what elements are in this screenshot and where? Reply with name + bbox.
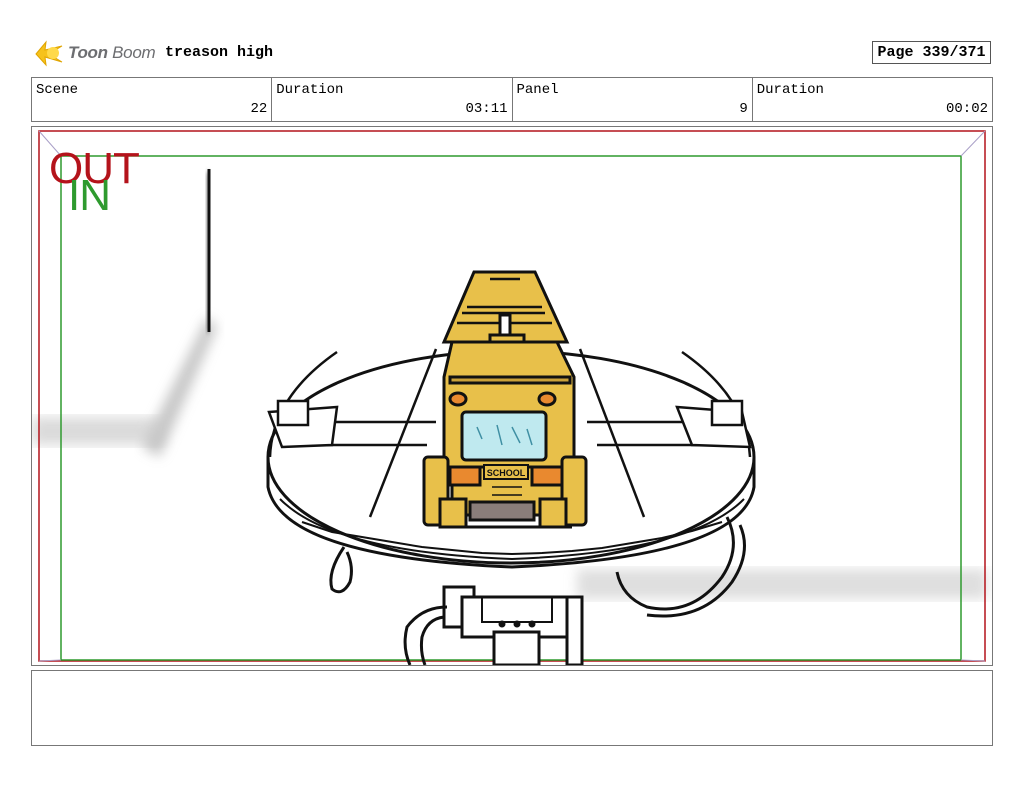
scene-duration-value: 03:11	[465, 101, 508, 117]
bus-sign: SCHOOL	[487, 468, 526, 478]
scene-cell: Scene 22	[32, 78, 273, 121]
panel-artwork: SCHOOL	[32, 130, 987, 665]
camera-in-label: IN	[68, 171, 111, 220]
panel-notes	[31, 670, 993, 746]
toon-boom-logo: Toon Boom	[32, 36, 162, 70]
panel-label: Panel	[516, 82, 559, 98]
scene-label: Scene	[36, 82, 79, 98]
panel-value: 9	[739, 101, 748, 117]
panel-duration-value: 00:02	[945, 101, 988, 117]
panel-duration-label: Duration	[756, 82, 824, 98]
scene-info-row: Scene 22 Duration 03:11 Panel 9 Duration…	[31, 77, 993, 122]
storyboard-panel: SCHOOL OUT IN	[31, 126, 993, 666]
toon-boom-burst-icon	[35, 40, 63, 67]
project-title: treason high	[165, 44, 274, 61]
logo-text: Toon Boom	[68, 43, 156, 62]
scene-duration-cell: Duration 03:11	[272, 78, 513, 121]
scene-value: 22	[250, 101, 268, 117]
page-counter: Page 339/371	[872, 41, 991, 64]
panel-cell: Panel 9	[513, 78, 753, 121]
scene-duration-label: Duration	[276, 82, 344, 98]
school-bus: SCHOOL	[422, 270, 588, 529]
turntable-stand	[403, 585, 584, 665]
panel-duration-cell: Duration 00:02	[753, 78, 992, 121]
